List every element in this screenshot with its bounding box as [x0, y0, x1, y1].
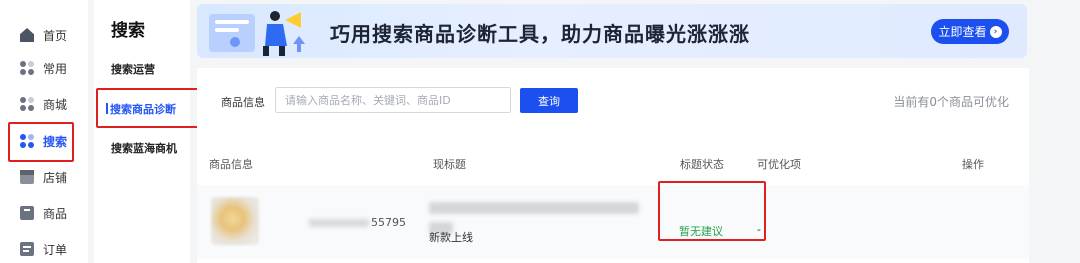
col-current-title: 现标题: [433, 158, 466, 171]
blurred-title: [429, 202, 639, 214]
nav-label: 店铺: [43, 170, 68, 185]
secondary-nav: 搜索 搜索运营 搜索商品诊断 搜索蓝海商机: [94, 0, 190, 263]
filter-label: 商品信息: [221, 96, 265, 109]
view-now-label: 立即查看: [938, 25, 987, 39]
grid-icon: [20, 97, 34, 111]
query-button[interactable]: 查询: [520, 88, 578, 113]
blurred-mask: [309, 219, 369, 227]
current-title-text: 新款上线: [429, 231, 473, 244]
submenu-item-blue-ocean[interactable]: 搜索蓝海商机: [111, 140, 177, 156]
highlight-box: [96, 88, 209, 128]
box-icon: [20, 206, 34, 220]
table-row[interactable]: 55795 新款上线 暂无建议 -: [197, 185, 1029, 259]
optimize-count-text: 当前有0个商品可优化: [893, 95, 1009, 109]
nav-label: 商城: [43, 97, 68, 112]
grid-icon: [20, 61, 34, 75]
main-panel: 商品信息 查询 当前有0个商品可优化 商品信息 现标题 标题状态 可优化项 操作…: [197, 68, 1029, 263]
nav-item-home[interactable]: 首页: [0, 17, 88, 53]
nav-item-products[interactable]: 商品: [0, 195, 88, 231]
chevron-right-icon: ›: [989, 25, 1002, 38]
highlight-box: [658, 181, 766, 241]
submenu-title: 搜索: [111, 21, 145, 41]
nav-label: 首页: [43, 28, 68, 43]
banner-illustration-icon: [209, 11, 305, 56]
app-root: 首页 常用 商城 搜索 店铺 商品 订单 搜索 搜索运营 搜索商品诊断 搜索蓝海…: [0, 0, 1080, 263]
nav-item-store[interactable]: 店铺: [0, 159, 88, 195]
home-icon: [20, 28, 34, 42]
product-thumbnail: [211, 197, 259, 245]
search-input[interactable]: [275, 87, 511, 113]
promo-banner: 巧用搜索商品诊断工具，助力商品曝光涨涨涨 立即查看 ›: [197, 4, 1027, 58]
product-id-text: 55795: [371, 216, 406, 229]
banner-headline: 巧用搜索商品诊断工具，助力商品曝光涨涨涨: [330, 22, 750, 46]
view-now-button[interactable]: 立即查看 ›: [931, 19, 1009, 44]
table-header: 商品信息 现标题 标题状态 可优化项 操作: [197, 148, 1029, 184]
col-product-info: 商品信息: [209, 158, 253, 171]
nav-item-common[interactable]: 常用: [0, 50, 88, 86]
col-actions: 操作: [962, 158, 984, 171]
store-icon: [20, 170, 34, 184]
order-icon: [20, 242, 34, 256]
nav-item-mall[interactable]: 商城: [0, 86, 88, 122]
product-id: 55795: [309, 216, 406, 229]
highlight-box: [8, 122, 74, 162]
nav-label: 商品: [43, 206, 68, 221]
nav-label: 订单: [43, 242, 68, 257]
submenu-item-search-ops[interactable]: 搜索运营: [111, 61, 155, 77]
col-title-status: 标题状态: [680, 158, 724, 171]
nav-label: 常用: [43, 61, 68, 76]
col-optimizable: 可优化项: [757, 158, 801, 171]
nav-item-orders[interactable]: 订单: [0, 231, 88, 263]
